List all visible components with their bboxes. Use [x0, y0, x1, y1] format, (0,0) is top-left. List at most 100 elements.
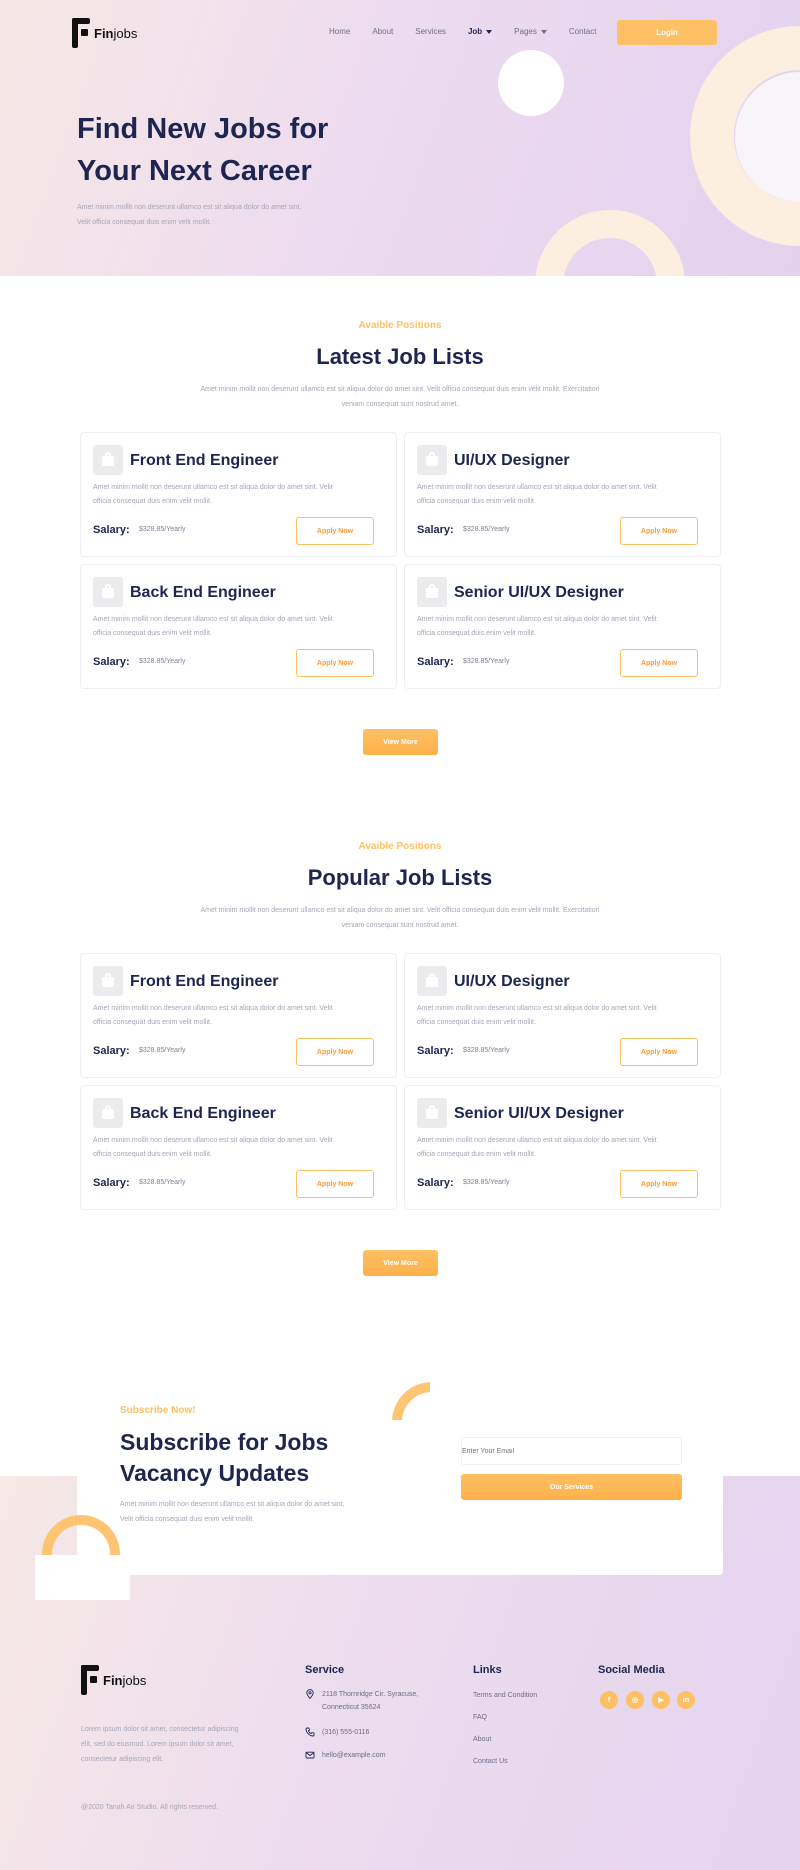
salary-value: $328.85/Yearly [463, 1047, 510, 1054]
job-desc: Amet minim mollit non deserunt ullamco e… [417, 484, 657, 505]
footer-link-faq[interactable]: FAQ [473, 1714, 487, 1721]
latest-title: Latest Job Lists [316, 344, 484, 369]
latest-kicker: Avaible Positions [358, 320, 442, 331]
hero-title: Find New Jobs for Your Next Career [77, 113, 329, 187]
nav-links: Home About Services Job Pages Contact [329, 27, 596, 36]
job-desc: Amet minim mollit non deserunt ullamco e… [417, 616, 657, 637]
job-title: Back End Engineer [130, 584, 276, 601]
chevron-down-icon [540, 29, 547, 34]
footer-service-heading: Service [305, 1664, 345, 1676]
view-more-button[interactable]: View More [363, 729, 438, 755]
salary-label: Salary: [93, 524, 130, 536]
briefcase-icon [93, 445, 123, 475]
login-button[interactable]: Login [617, 20, 717, 45]
location-pin-icon [306, 1689, 314, 1699]
nav-item-job-label: Job [467, 27, 483, 36]
address-text: 2118 Thornridge Cir. Syracuse, Connectic… [322, 1691, 419, 1711]
job-card: Senior UI/UX Designer Amet minim mollit … [404, 564, 721, 689]
job-card: UI/UX Designer Amet minim mollit non des… [404, 432, 721, 557]
subscribe-button[interactable]: Our Services [461, 1474, 682, 1500]
briefcase-icon [417, 1098, 447, 1128]
job-desc: Amet minim mollit non deserunt ullamco e… [93, 484, 333, 505]
salary-value: $328.85/Yearly [139, 1047, 186, 1054]
youtube-icon[interactable]: ▶ [652, 1691, 670, 1709]
job-card: Back End Engineer Amet minim mollit non … [80, 1085, 397, 1210]
apply-now-button[interactable]: Apply Now [296, 1170, 374, 1198]
job-desc: Amet minim mollit non deserunt ullamco e… [93, 616, 333, 637]
nav-item-services[interactable]: Services [415, 27, 446, 36]
view-more-button[interactable]: View More [363, 1250, 438, 1276]
apply-now-button[interactable]: Apply Now [296, 1038, 374, 1066]
salary-label: Salary: [417, 1177, 454, 1189]
popular-desc: Amet minim mollit non deserunt ullamco e… [200, 907, 600, 929]
hero-subtitle: Amet minim mollit non deserunt ullamco e… [77, 204, 302, 226]
footer-brand-logo[interactable]: Finjobs [81, 1665, 146, 1695]
brand-logo[interactable]: Finjobs [72, 18, 137, 48]
decor-mask [392, 1420, 472, 1470]
salary-value: $328.85/Yearly [463, 1179, 510, 1186]
footer-email[interactable]: hello@example.com [305, 1749, 386, 1762]
nav-item-home[interactable]: Home [329, 27, 350, 36]
nav-item-about[interactable]: About [372, 27, 393, 36]
apply-now-button[interactable]: Apply Now [296, 517, 374, 545]
apply-now-button[interactable]: Apply Now [620, 649, 698, 677]
job-card: Front End Engineer Amet minim mollit non… [80, 432, 397, 557]
decor-mask [35, 1555, 130, 1600]
footer-phone[interactable]: (316) 555-0116 [305, 1726, 369, 1739]
apply-now-button[interactable]: Apply Now [620, 1170, 698, 1198]
instagram-icon[interactable]: ◎ [626, 1691, 644, 1709]
nav-item-job[interactable]: Job [467, 27, 493, 36]
footer-link-terms[interactable]: Terms and Condition [473, 1692, 537, 1699]
briefcase-icon [417, 577, 447, 607]
job-desc: Amet minim mollit non deserunt ullamco e… [417, 1137, 657, 1158]
facebook-icon[interactable]: f [600, 1691, 618, 1709]
job-desc: Amet minim mollit non deserunt ullamco e… [93, 1137, 333, 1158]
footer-address: 2118 Thornridge Cir. Syracuse, Connectic… [305, 1688, 435, 1714]
subscribe-title: Subscribe for Jobs Vacancy Updates [120, 1429, 329, 1486]
briefcase-icon [93, 1098, 123, 1128]
logo-mark-icon [72, 18, 90, 48]
decor-mask [430, 1380, 480, 1425]
linkedin-icon[interactable]: in [677, 1691, 695, 1709]
salary-label: Salary: [417, 1045, 454, 1057]
job-title: Senior UI/UX Designer [454, 584, 624, 601]
briefcase-icon [417, 445, 447, 475]
brand-name: Finjobs [94, 25, 138, 41]
job-title: Front End Engineer [130, 973, 279, 990]
mail-icon [305, 1751, 315, 1759]
salary-value: $328.85/Yearly [139, 658, 186, 665]
brand-name: Finjobs [103, 1672, 147, 1688]
footer-description: Lorem ipsum dolor sit amet, consectetur … [81, 1726, 239, 1763]
nav-item-pages-label: Pages [514, 27, 537, 36]
job-title: UI/UX Designer [454, 452, 570, 469]
hero-decor-ring-bottom [535, 210, 685, 276]
email-input[interactable] [461, 1437, 682, 1465]
job-desc: Amet minim mollit non deserunt ullamco e… [93, 1005, 333, 1026]
nav-item-contact[interactable]: Contact [569, 27, 597, 36]
footer-link-about[interactable]: About [473, 1736, 491, 1743]
nav-item-pages[interactable]: Pages [514, 27, 547, 36]
job-card: UI/UX Designer Amet minim mollit non des… [404, 953, 721, 1078]
apply-now-button[interactable]: Apply Now [620, 517, 698, 545]
email-text: hello@example.com [322, 1752, 386, 1759]
salary-label: Salary: [93, 1045, 130, 1057]
chevron-down-icon [486, 29, 493, 34]
salary-label: Salary: [93, 1177, 130, 1189]
briefcase-icon [93, 966, 123, 996]
job-card: Senior UI/UX Designer Amet minim mollit … [404, 1085, 721, 1210]
job-title: UI/UX Designer [454, 973, 570, 990]
job-title: Back End Engineer [130, 1105, 276, 1122]
job-card: Back End Engineer Amet minim mollit non … [80, 564, 397, 689]
apply-now-button[interactable]: Apply Now [296, 649, 374, 677]
footer-link-contact[interactable]: Contact Us [473, 1758, 508, 1765]
salary-value: $328.85/Yearly [463, 526, 510, 533]
job-desc: Amet minim mollit non deserunt ullamco e… [417, 1005, 657, 1026]
job-title: Senior UI/UX Designer [454, 1105, 624, 1122]
job-card: Front End Engineer Amet minim mollit non… [80, 953, 397, 1078]
apply-now-button[interactable]: Apply Now [620, 1038, 698, 1066]
phone-text: (316) 555-0116 [322, 1729, 370, 1736]
top-nav: Finjobs Home About Services Job Pages Co… [0, 0, 800, 64]
popular-title: Popular Job Lists [307, 865, 493, 890]
popular-kicker: Avaible Positions [358, 841, 442, 852]
footer-links-heading: Links [473, 1664, 502, 1676]
